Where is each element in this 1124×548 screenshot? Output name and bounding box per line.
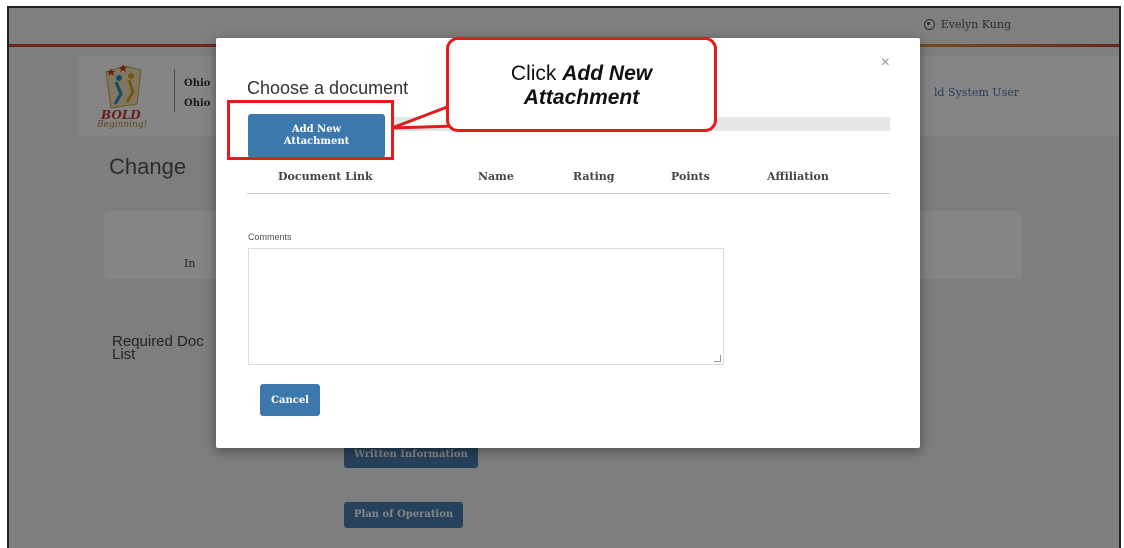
column-name: Name — [478, 170, 514, 183]
callout-emphasis-2: Attachment — [523, 86, 640, 109]
callout-emphasis-1: Add New — [562, 62, 653, 85]
cancel-button[interactable]: Cancel — [260, 384, 320, 416]
comments-textarea[interactable] — [248, 248, 724, 365]
callout-prefix: Click — [510, 62, 557, 85]
modal-title: Choose a document — [247, 78, 409, 98]
close-icon[interactable]: × — [881, 54, 890, 72]
table-header-divider — [247, 193, 890, 194]
column-points: Points — [671, 170, 710, 183]
comments-label: Comments — [248, 232, 292, 242]
column-rating: Rating — [573, 170, 615, 183]
instruction-callout: Click Add New Attachment — [446, 37, 717, 132]
highlight-box — [227, 100, 394, 160]
column-affiliation: Affiliation — [767, 170, 829, 183]
column-document-link: Document Link — [278, 170, 373, 183]
resize-grip-icon[interactable] — [714, 355, 721, 362]
